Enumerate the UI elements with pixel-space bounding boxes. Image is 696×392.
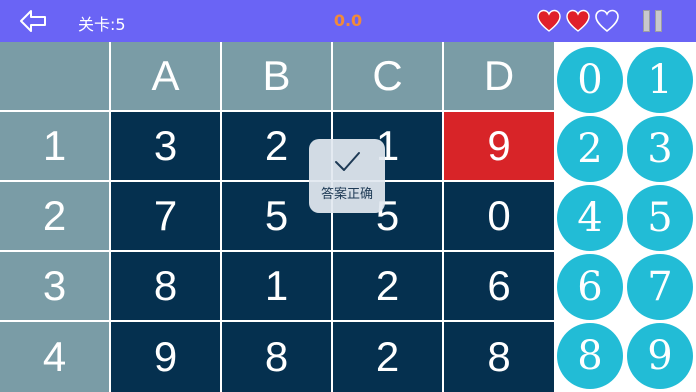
- grid-cell-d4[interactable]: 8: [444, 322, 554, 392]
- row-header-4: 4: [0, 322, 109, 392]
- heart-empty-icon: [595, 9, 619, 33]
- column-header-b: B: [222, 42, 331, 110]
- heart-icon: [566, 9, 590, 32]
- back-arrow-icon[interactable]: [18, 8, 48, 34]
- lives: [536, 8, 626, 34]
- level-label: 关卡:5: [78, 15, 126, 34]
- checkmark-icon: [335, 152, 360, 171]
- grid-cell-d1[interactable]: 9: [444, 112, 554, 180]
- correct-answer-toast: 答案正确: [309, 139, 385, 213]
- number-key-2[interactable]: 2: [557, 116, 623, 182]
- number-key-9[interactable]: 9: [627, 323, 693, 389]
- row-header-3: 3: [0, 252, 109, 320]
- top-bar: 关卡:5 0.0: [0, 0, 696, 42]
- grid-cell-a4[interactable]: 9: [111, 322, 220, 392]
- grid-cell-b3[interactable]: 1: [222, 252, 331, 320]
- grid-cell-a3[interactable]: 8: [111, 252, 220, 320]
- grid-cell-a2[interactable]: 7: [111, 182, 220, 250]
- row-header-2: 2: [0, 182, 109, 250]
- pause-icon[interactable]: [642, 10, 664, 32]
- pause-bar-left: [643, 10, 650, 32]
- column-header-c: C: [333, 42, 442, 110]
- score: 0.0: [333, 11, 363, 30]
- column-header-d: D: [444, 42, 554, 110]
- grid-cell-d2[interactable]: 0: [444, 182, 554, 250]
- pause-bar-right: [655, 10, 662, 32]
- number-key-1[interactable]: 1: [627, 47, 693, 113]
- grid-cell-c3[interactable]: 2: [333, 252, 442, 320]
- grid-cell-a1[interactable]: 3: [111, 112, 220, 180]
- heart-icon: [537, 9, 561, 32]
- number-pad: 0 1 2 3 4 5 6 7 8 9: [554, 42, 696, 392]
- corner-cell: [0, 42, 109, 110]
- row-header-1: 1: [0, 112, 109, 180]
- grid-cell-c4[interactable]: 2: [333, 322, 442, 392]
- column-header-a: A: [111, 42, 220, 110]
- number-key-0[interactable]: 0: [557, 47, 623, 113]
- number-key-8[interactable]: 8: [557, 323, 623, 389]
- number-key-3[interactable]: 3: [627, 116, 693, 182]
- grid-cell-d3[interactable]: 6: [444, 252, 554, 320]
- puzzle-grid: A B C D 1 3 2 1 9 2 7 5 5 0 3 8 1 2 6 4 …: [0, 42, 554, 392]
- number-key-7[interactable]: 7: [627, 254, 693, 320]
- toast-message: 答案正确: [320, 187, 373, 202]
- number-key-5[interactable]: 5: [627, 185, 693, 251]
- grid-cell-b4[interactable]: 8: [222, 322, 331, 392]
- number-key-4[interactable]: 4: [557, 185, 623, 251]
- number-key-6[interactable]: 6: [557, 254, 623, 320]
